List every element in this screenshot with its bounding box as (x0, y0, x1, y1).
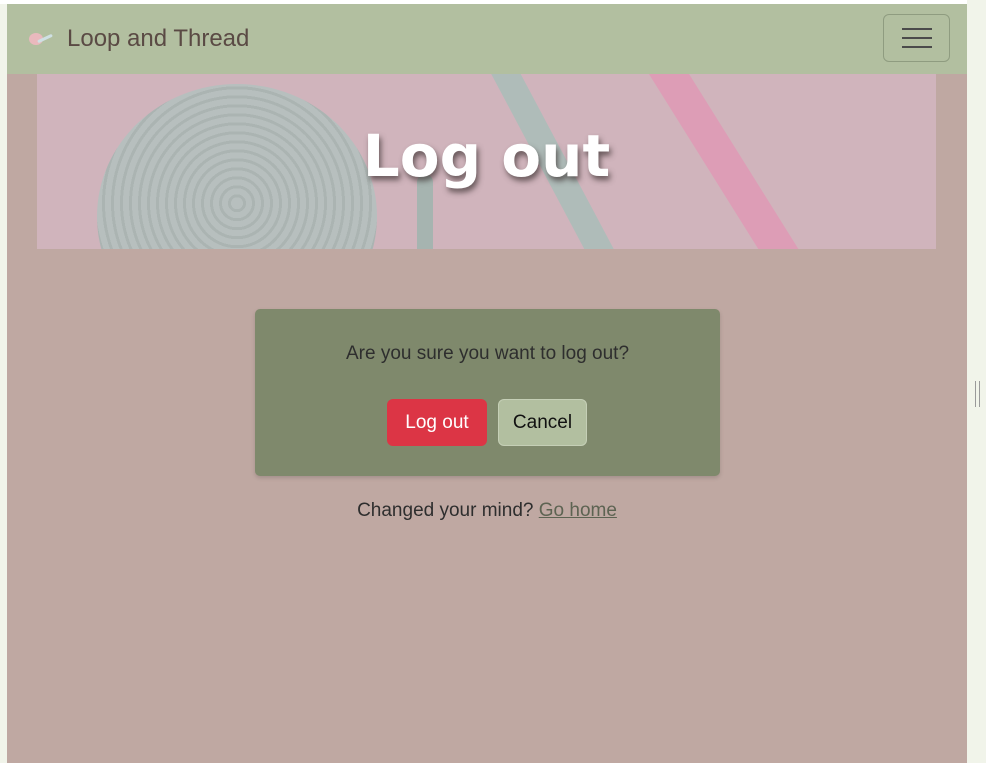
brand-link[interactable]: Loop and Thread (27, 22, 249, 56)
changed-mind-text: Changed your mind? Go home (7, 500, 967, 522)
brand-name: Loop and Thread (67, 25, 250, 52)
yarn-logo-icon (27, 29, 53, 49)
confirm-question: Are you sure you want to log out? (345, 343, 630, 364)
navbar-toggler-button[interactable] (883, 14, 950, 62)
resize-handle[interactable] (975, 381, 980, 407)
hamburger-menu-icon (901, 28, 932, 30)
go-home-link[interactable]: Go home (539, 500, 617, 521)
logout-button[interactable]: Log out (387, 399, 487, 446)
page-title: Log out (362, 122, 611, 190)
navbar: Loop and Thread (7, 4, 967, 74)
hero-banner: Log out (37, 74, 936, 249)
cancel-button[interactable]: Cancel (498, 399, 587, 446)
changed-mind-prompt: Changed your mind? (357, 500, 534, 521)
logout-confirm-card: Are you sure you want to log out? Log ou… (255, 309, 720, 476)
page: Loop and Thread Log out Are you sure you… (7, 4, 967, 763)
